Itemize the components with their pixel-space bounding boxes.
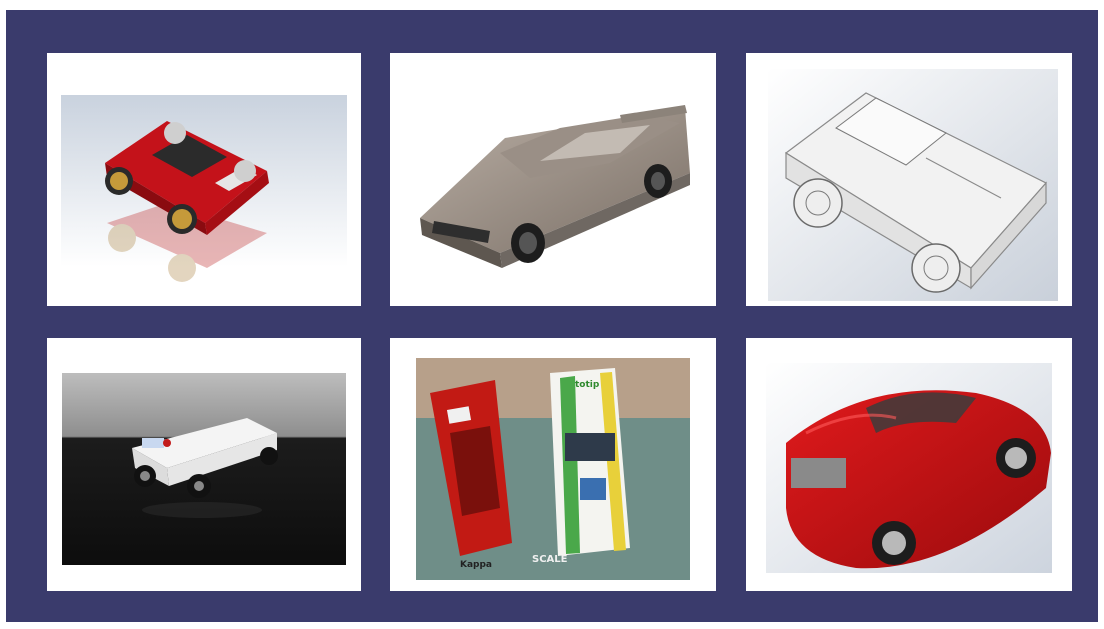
image-tile-silver-sedan[interactable] xyxy=(390,53,716,306)
red-hatchback-image xyxy=(766,363,1052,573)
image-tile-slot-cars-photo[interactable]: SCALE totip Kappa xyxy=(390,338,716,591)
image-tile-red-hatchback[interactable] xyxy=(746,338,1072,591)
white-pickup-image xyxy=(768,69,1058,301)
white-model-photo-image xyxy=(62,373,346,565)
image-tile-red-sports-car[interactable] xyxy=(47,53,361,306)
gallery-board: SCALE totip Kappa xyxy=(6,10,1098,622)
image-tile-white-model-photo[interactable] xyxy=(47,338,361,591)
box-text: SCALE xyxy=(532,554,568,565)
livery-text: totip xyxy=(575,380,600,390)
image-tile-white-pickup[interactable] xyxy=(746,53,1072,306)
side-text: Kappa xyxy=(460,560,493,570)
silver-sedan-image xyxy=(420,105,690,268)
red-sports-car-image xyxy=(61,95,347,282)
